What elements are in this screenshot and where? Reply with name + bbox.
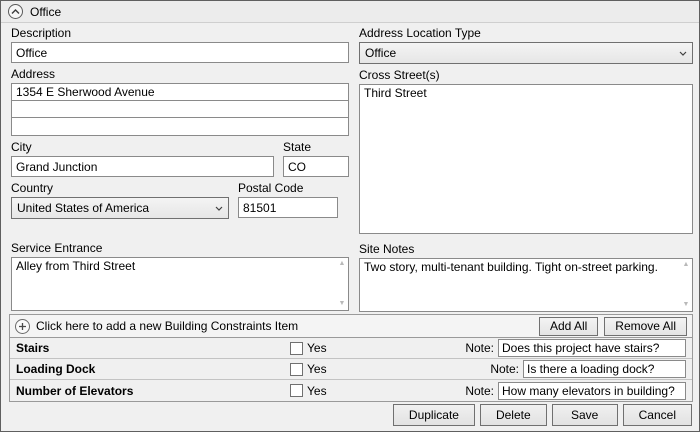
- country-selected-value: United States of America: [17, 201, 150, 215]
- remove-all-button[interactable]: Remove All: [604, 316, 687, 336]
- chevron-down-icon: [215, 206, 223, 211]
- left-column: Description Address 1354 E Sherwood Aven…: [11, 27, 349, 311]
- plus-icon[interactable]: [15, 318, 30, 334]
- city-label: City: [11, 140, 32, 154]
- description-input[interactable]: [11, 42, 349, 63]
- add-constraint-label: Click here to add a new Building Constra…: [36, 319, 299, 333]
- delete-button[interactable]: Delete: [479, 404, 547, 426]
- cross-streets-label: Cross Street(s): [359, 68, 440, 82]
- country-dropdown[interactable]: United States of America: [11, 197, 229, 219]
- site-notes-text: Two story, multi-tenant building. Tight …: [364, 260, 658, 274]
- cancel-button[interactable]: Cancel: [622, 404, 692, 426]
- note-label: Note:: [465, 383, 494, 398]
- section-title: Office: [30, 4, 62, 19]
- constraint-row-number-of-elevators: Number of Elevators Yes Note:: [10, 380, 692, 401]
- scrollbar-down-icon[interactable]: ▼: [681, 300, 691, 310]
- constraint-row-loading-dock: Loading Dock Yes Note:: [10, 359, 692, 380]
- country-label: Country: [11, 181, 54, 195]
- yes-label: Yes: [307, 362, 327, 376]
- duplicate-button[interactable]: Duplicate: [392, 404, 475, 426]
- address-location-type-dropdown[interactable]: Office: [359, 42, 693, 64]
- right-column: Address Location Type Office Cross Stree…: [359, 27, 693, 312]
- state-label: State: [283, 140, 312, 154]
- constraint-name: Stairs: [16, 341, 50, 355]
- address-line1-input[interactable]: 1354 E Sherwood Avenue: [12, 84, 348, 101]
- add-all-button[interactable]: Add All: [538, 316, 599, 336]
- scrollbar-down-icon[interactable]: ▼: [337, 299, 347, 309]
- constraint-name: Loading Dock: [16, 362, 96, 376]
- description-label: Description: [11, 26, 72, 40]
- scrollbar-up-icon[interactable]: ▲: [681, 260, 691, 270]
- collapse-button[interactable]: [8, 4, 23, 19]
- site-notes-input[interactable]: Two story, multi-tenant building. Tight …: [359, 258, 693, 312]
- note-input[interactable]: [498, 339, 686, 357]
- yes-checkbox[interactable]: [290, 362, 303, 376]
- note-label: Note:: [465, 341, 494, 355]
- address-location-type-selected-value: Office: [365, 46, 397, 60]
- constraint-name: Number of Elevators: [16, 383, 134, 398]
- scrollbar-up-icon[interactable]: ▲: [337, 259, 347, 269]
- section-header[interactable]: Office: [1, 1, 699, 23]
- constraint-row-stairs: Stairs Yes Note:: [10, 338, 692, 359]
- office-form-window: Office Description Address 1354 E Sherwo…: [0, 0, 700, 432]
- cross-streets-text: Third Street: [364, 86, 427, 100]
- postal-code-input[interactable]: [238, 197, 338, 218]
- cross-streets-input[interactable]: Third Street: [359, 84, 693, 234]
- city-input[interactable]: [11, 156, 274, 177]
- service-entrance-text: Alley from Third Street: [16, 259, 136, 273]
- yes-label: Yes: [307, 383, 327, 398]
- footer-button-bar: Duplicate Delete Save Cancel: [392, 404, 692, 426]
- address-location-type-label: Address Location Type: [359, 26, 481, 40]
- state-input[interactable]: [283, 156, 349, 177]
- chevron-up-icon: [11, 8, 20, 14]
- yes-checkbox[interactable]: [290, 384, 303, 397]
- address-line3-input[interactable]: [12, 118, 348, 135]
- site-notes-label: Site Notes: [359, 242, 415, 256]
- note-label: Note:: [490, 362, 519, 376]
- yes-checkbox[interactable]: [290, 341, 303, 355]
- note-input[interactable]: [498, 381, 686, 400]
- add-constraint-row[interactable]: Click here to add a new Building Constra…: [10, 315, 692, 338]
- building-constraints-table: Click here to add a new Building Constra…: [9, 314, 693, 402]
- save-button[interactable]: Save: [551, 404, 618, 426]
- note-input[interactable]: [523, 360, 686, 378]
- chevron-down-icon: [679, 51, 687, 56]
- address-line2-input[interactable]: [12, 101, 348, 118]
- address-input-group: 1354 E Sherwood Avenue: [11, 83, 349, 136]
- service-entrance-label: Service Entrance: [11, 241, 103, 255]
- address-label: Address: [11, 67, 56, 81]
- service-entrance-input[interactable]: Alley from Third Street ▲ ▼: [11, 257, 349, 311]
- postal-code-label: Postal Code: [238, 181, 304, 195]
- yes-label: Yes: [307, 341, 327, 355]
